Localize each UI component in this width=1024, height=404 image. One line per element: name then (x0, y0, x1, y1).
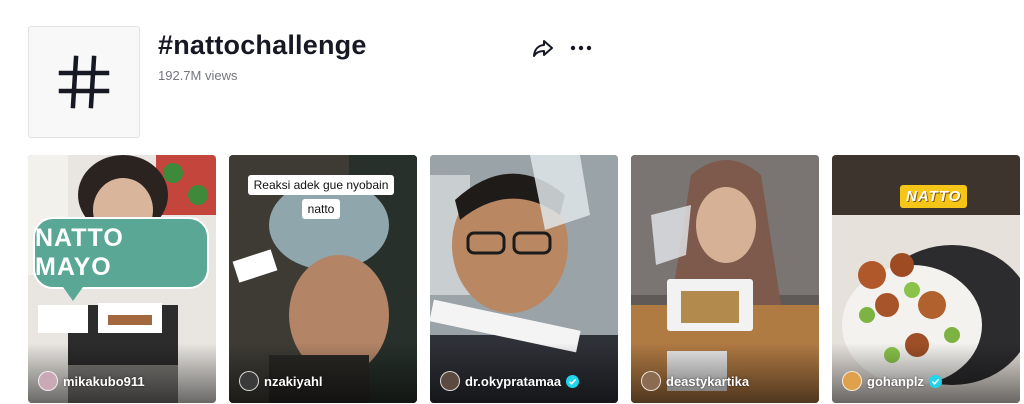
share-icon (533, 40, 553, 57)
video-caption: Reaksi adek gue nyobain natto (241, 173, 401, 221)
creator-info[interactable]: mikakubo911 (38, 371, 145, 391)
creator-info[interactable]: gohanplz (842, 371, 943, 391)
video-card-2[interactable]: Reaksi adek gue nyobain natto nzakiyahl (229, 155, 417, 403)
more-options-button[interactable] (569, 36, 593, 60)
hashtag-avatar (28, 26, 140, 138)
share-button[interactable] (531, 36, 555, 60)
video-sticker: NATTO (900, 185, 968, 208)
video-card-4[interactable]: deastykartika (631, 155, 819, 403)
verified-badge-icon (566, 374, 580, 388)
username: mikakubo911 (63, 373, 145, 389)
username: nzakiyahl (264, 373, 323, 389)
video-card-3[interactable]: dr.okypratamaa (430, 155, 618, 403)
hashtag-title: #nattochallenge (158, 30, 367, 60)
video-card-1[interactable]: NATTO MAYO mikakubo911 (28, 155, 216, 403)
avatar (641, 371, 661, 391)
video-card-5[interactable]: NATTO gohanplz (832, 155, 1020, 403)
creator-info[interactable]: deastykartika (641, 371, 749, 391)
video-grid: NATTO MAYO mikakubo911 Reaksi adek gue n… (28, 155, 1020, 403)
hashtag-icon (58, 55, 110, 109)
username: deastykartika (666, 373, 750, 389)
creator-info[interactable]: dr.okypratamaa (440, 371, 580, 391)
verified-badge-icon (929, 374, 943, 388)
video-sticker: NATTO MAYO (33, 217, 209, 301)
avatar (239, 371, 259, 391)
view-count: 192.7M views (158, 68, 238, 83)
username: gohanplz (867, 373, 925, 389)
more-options-icon (570, 45, 592, 51)
creator-info[interactable]: nzakiyahl (239, 371, 323, 391)
avatar (38, 371, 58, 391)
username: dr.okypratamaa (465, 373, 562, 389)
avatar (440, 371, 460, 391)
avatar (842, 371, 862, 391)
